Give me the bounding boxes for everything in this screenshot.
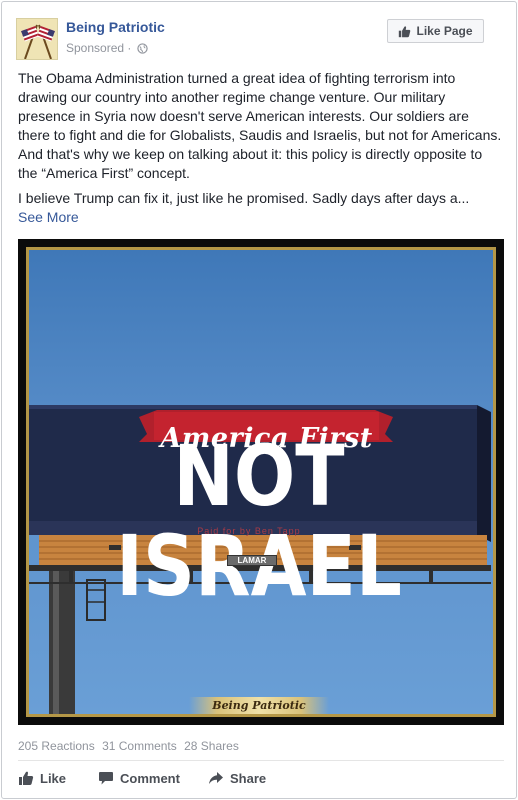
sponsored-label[interactable]: Sponsored (66, 41, 124, 55)
post-paragraph-2-text: I believe Trump can fix it, just like he… (18, 190, 470, 206)
billboard-brand-label: LAMAR (227, 555, 277, 566)
thumbs-up-icon (19, 771, 34, 785)
thumbs-up-icon (399, 25, 411, 37)
like-label: Like (40, 770, 67, 786)
post-text: The Obama Administration turned a great … (18, 69, 504, 233)
comment-button[interactable]: Comment (98, 768, 180, 788)
reactions-count[interactable]: 205 Reactions (18, 739, 95, 753)
page-name-link[interactable]: Being Patriotic (66, 19, 165, 35)
being-patriotic-watermark: Being Patriotic (189, 697, 329, 714)
page-avatar[interactable] (16, 18, 58, 60)
share-arrow-icon (209, 772, 223, 784)
post-image[interactable]: America First NOT ISRAEL Paid for by Ben… (18, 239, 504, 725)
sponsored-post: Being Patriotic Sponsored · Like Page Th… (1, 1, 517, 799)
post-actions: Like Comment Share (18, 768, 504, 788)
post-meta: Sponsored · (66, 41, 148, 55)
like-page-button[interactable]: Like Page (387, 19, 484, 43)
billboard-headline-text: NOT ISRAEL (116, 427, 402, 615)
billboard-photo: America First NOT ISRAEL Paid for by Ben… (26, 247, 496, 717)
actions-divider (18, 760, 504, 761)
share-label: Share (230, 770, 267, 786)
post-paragraph-2: I believe Trump can fix it, just like he… (18, 189, 504, 227)
billboard-sponsor-line: Paid for by Ben Tapp (197, 526, 301, 536)
like-button[interactable]: Like (18, 768, 66, 788)
flags-logo-icon (17, 19, 57, 59)
share-button[interactable]: Share (208, 768, 266, 788)
meta-separator: · (127, 41, 132, 55)
comment-label: Comment (120, 770, 180, 786)
like-page-label: Like Page (416, 24, 473, 38)
comments-count[interactable]: 31 Comments (102, 739, 177, 753)
shares-count[interactable]: 28 Shares (184, 739, 239, 753)
post-paragraph-1: The Obama Administration turned a great … (18, 70, 502, 181)
see-more-link[interactable]: See More (18, 209, 79, 225)
engagement-stats: 205 Reactions 31 Comments 28 Shares (18, 739, 243, 753)
comment-icon (99, 772, 113, 785)
globe-icon[interactable] (137, 43, 148, 54)
